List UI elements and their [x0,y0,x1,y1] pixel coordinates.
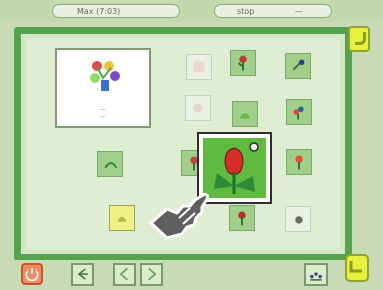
top-left-label: Max (7:03) [77,7,121,16]
pattern-tile-2[interactable] [230,50,256,76]
pattern-tile-11[interactable] [229,205,255,231]
hand-pointer-icon [149,192,210,240]
flower-icon [238,211,246,226]
top-left-pill: Max (7:03) [52,4,180,18]
plant-icon [292,59,305,71]
preview-line-1: — [100,107,106,113]
pattern-tile-7[interactable] [97,151,123,177]
previous-page-icon [119,267,128,281]
pattern-tile-3[interactable] [285,53,311,79]
previous-page-button[interactable] [113,263,136,286]
pattern-tile-4[interactable] [185,95,211,121]
flower-icon [293,106,304,120]
pattern-tile-1[interactable] [186,54,212,80]
top-right-label: stop [237,7,255,16]
flower-grid-icon [310,272,322,281]
flower-icon [237,55,247,71]
pattern-tile-9[interactable] [286,149,312,175]
leaf-icon [117,216,127,222]
faded-pattern-icon [193,103,203,113]
next-page-button[interactable] [140,263,163,286]
back-icon [77,268,88,280]
leaf-icon [104,162,118,169]
flower-icon [295,155,303,170]
top-right-value: — [295,7,303,16]
preview-line-2: — [100,114,106,120]
power-icon [25,268,39,282]
power-button[interactable] [21,263,43,285]
pattern-tile-10[interactable] [109,205,135,231]
leaf-icon [239,113,251,119]
pattern-tile-12[interactable] [285,206,311,232]
grid-view-button[interactable] [304,263,328,286]
faded-pattern-icon [193,61,205,73]
scroll-up-tab[interactable] [348,26,370,52]
top-status-bar: Max (7:03) stop — [0,0,383,22]
pattern-tile-6[interactable] [286,99,312,125]
selected-design-preview: — — [55,48,151,128]
bug-icon [295,216,303,224]
top-right-pill: stop — [214,4,332,18]
next-page-icon [148,267,157,281]
back-button[interactable] [71,263,94,286]
embroidery-selection-screen: Max (7:03) stop — — — [0,0,383,290]
scroll-down-tab[interactable] [345,254,369,282]
pattern-tile-5[interactable] [232,101,258,127]
design-preview-icon [90,61,120,91]
